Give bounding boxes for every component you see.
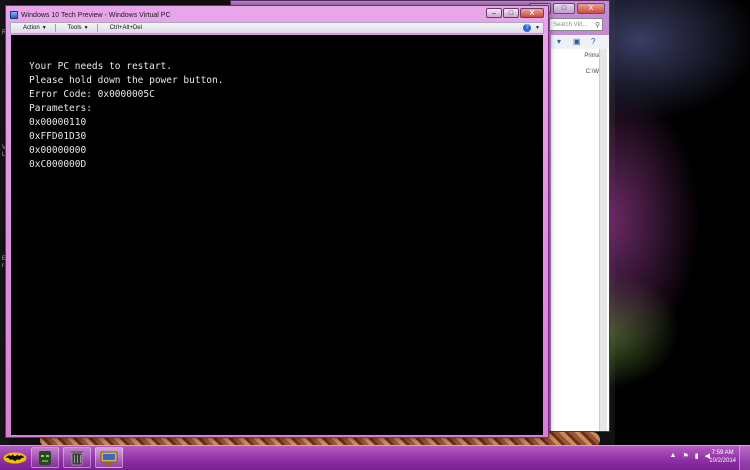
background-search-input[interactable]: Search Virt... ⚲: [549, 18, 603, 31]
chevron-down-icon: ▼: [41, 25, 47, 31]
action-center-flag-icon[interactable]: ⚑: [682, 452, 688, 460]
start-button[interactable]: [2, 448, 28, 468]
background-close-button[interactable]: X: [577, 3, 605, 14]
close-button[interactable]: X: [520, 8, 544, 18]
batman-logo-icon: [3, 452, 27, 464]
clock-date: 10/2/2014: [709, 458, 736, 464]
trash-app-icon: [71, 450, 83, 465]
background-search-placeholder: Search Virt...: [553, 22, 588, 28]
background-maximize-button[interactable]: □: [553, 3, 575, 14]
taskbar-clock[interactable]: 7:59 AM 10/2/2014: [709, 449, 736, 465]
restart-message: Your PC needs to restart.: [29, 61, 172, 72]
taskbar: ▲ ⚑ ▮ ◀ 7:59 AM 10/2/2014: [0, 445, 750, 470]
virtual-pc-icon: [100, 451, 118, 465]
clock-time: 7:59 AM: [711, 450, 734, 456]
background-toolbar: ▾ ▣ ?: [551, 35, 609, 50]
guest-display[interactable]: Your PC needs to restart. Please hold do…: [11, 35, 543, 435]
preview-pane-icon[interactable]: ▣: [573, 37, 581, 46]
vpc-title-bar[interactable]: Windows 10 Tech Preview - Windows Virtua…: [10, 9, 488, 21]
menu-ctrl-alt-del[interactable]: Ctrl+Alt+Del: [98, 25, 150, 31]
vpc-window-controls: – □ X: [486, 8, 544, 18]
show-hidden-icons[interactable]: ▲: [670, 452, 677, 460]
menu-action[interactable]: Action ▼: [11, 25, 55, 31]
parameter-4: 0xC000000D: [29, 159, 87, 170]
green-mask-app-icon: [39, 450, 51, 465]
help-icon[interactable]: ?: [591, 37, 595, 46]
parameter-1: 0x00000110: [29, 117, 87, 128]
virtual-pc-icon: [10, 11, 18, 19]
show-desktop-button[interactable]: [739, 446, 750, 470]
network-icon[interactable]: ▮: [695, 452, 699, 460]
parameter-3: 0x00000000: [29, 145, 87, 156]
background-scrollbar[interactable]: [599, 49, 607, 431]
chevron-down-icon: ▼: [83, 25, 89, 31]
window-title: Windows 10 Tech Preview - Windows Virtua…: [21, 11, 171, 19]
parameter-2: 0xFFD01D30: [29, 131, 87, 142]
vpc-menu-bar: Action ▼ Tools ▼ Ctrl+Alt+Del ? ▼: [10, 22, 544, 34]
menu-tools[interactable]: Tools ▼: [56, 25, 97, 31]
magnifier-icon[interactable]: ⚲: [595, 19, 600, 32]
maximize-button[interactable]: □: [503, 8, 519, 18]
help-dropdown-icon[interactable]: ▼: [535, 25, 540, 31]
error-code: Error Code: 0x0000005C: [29, 89, 155, 100]
taskbar-app-3[interactable]: [95, 447, 123, 468]
parameters-label: Parameters:: [29, 103, 92, 114]
taskbar-app-2[interactable]: [63, 447, 91, 468]
minimize-button[interactable]: –: [486, 8, 502, 18]
virtual-pc-window[interactable]: Windows 10 Tech Preview - Windows Virtua…: [5, 5, 549, 438]
system-tray: ▲ ⚑ ▮ ◀: [670, 452, 710, 460]
power-button-message: Please hold down the power button.: [29, 75, 224, 86]
help-icon[interactable]: ?: [523, 24, 531, 32]
taskbar-app-1[interactable]: [31, 447, 59, 468]
toolbar-dropdown-icon[interactable]: ▾: [557, 37, 561, 46]
